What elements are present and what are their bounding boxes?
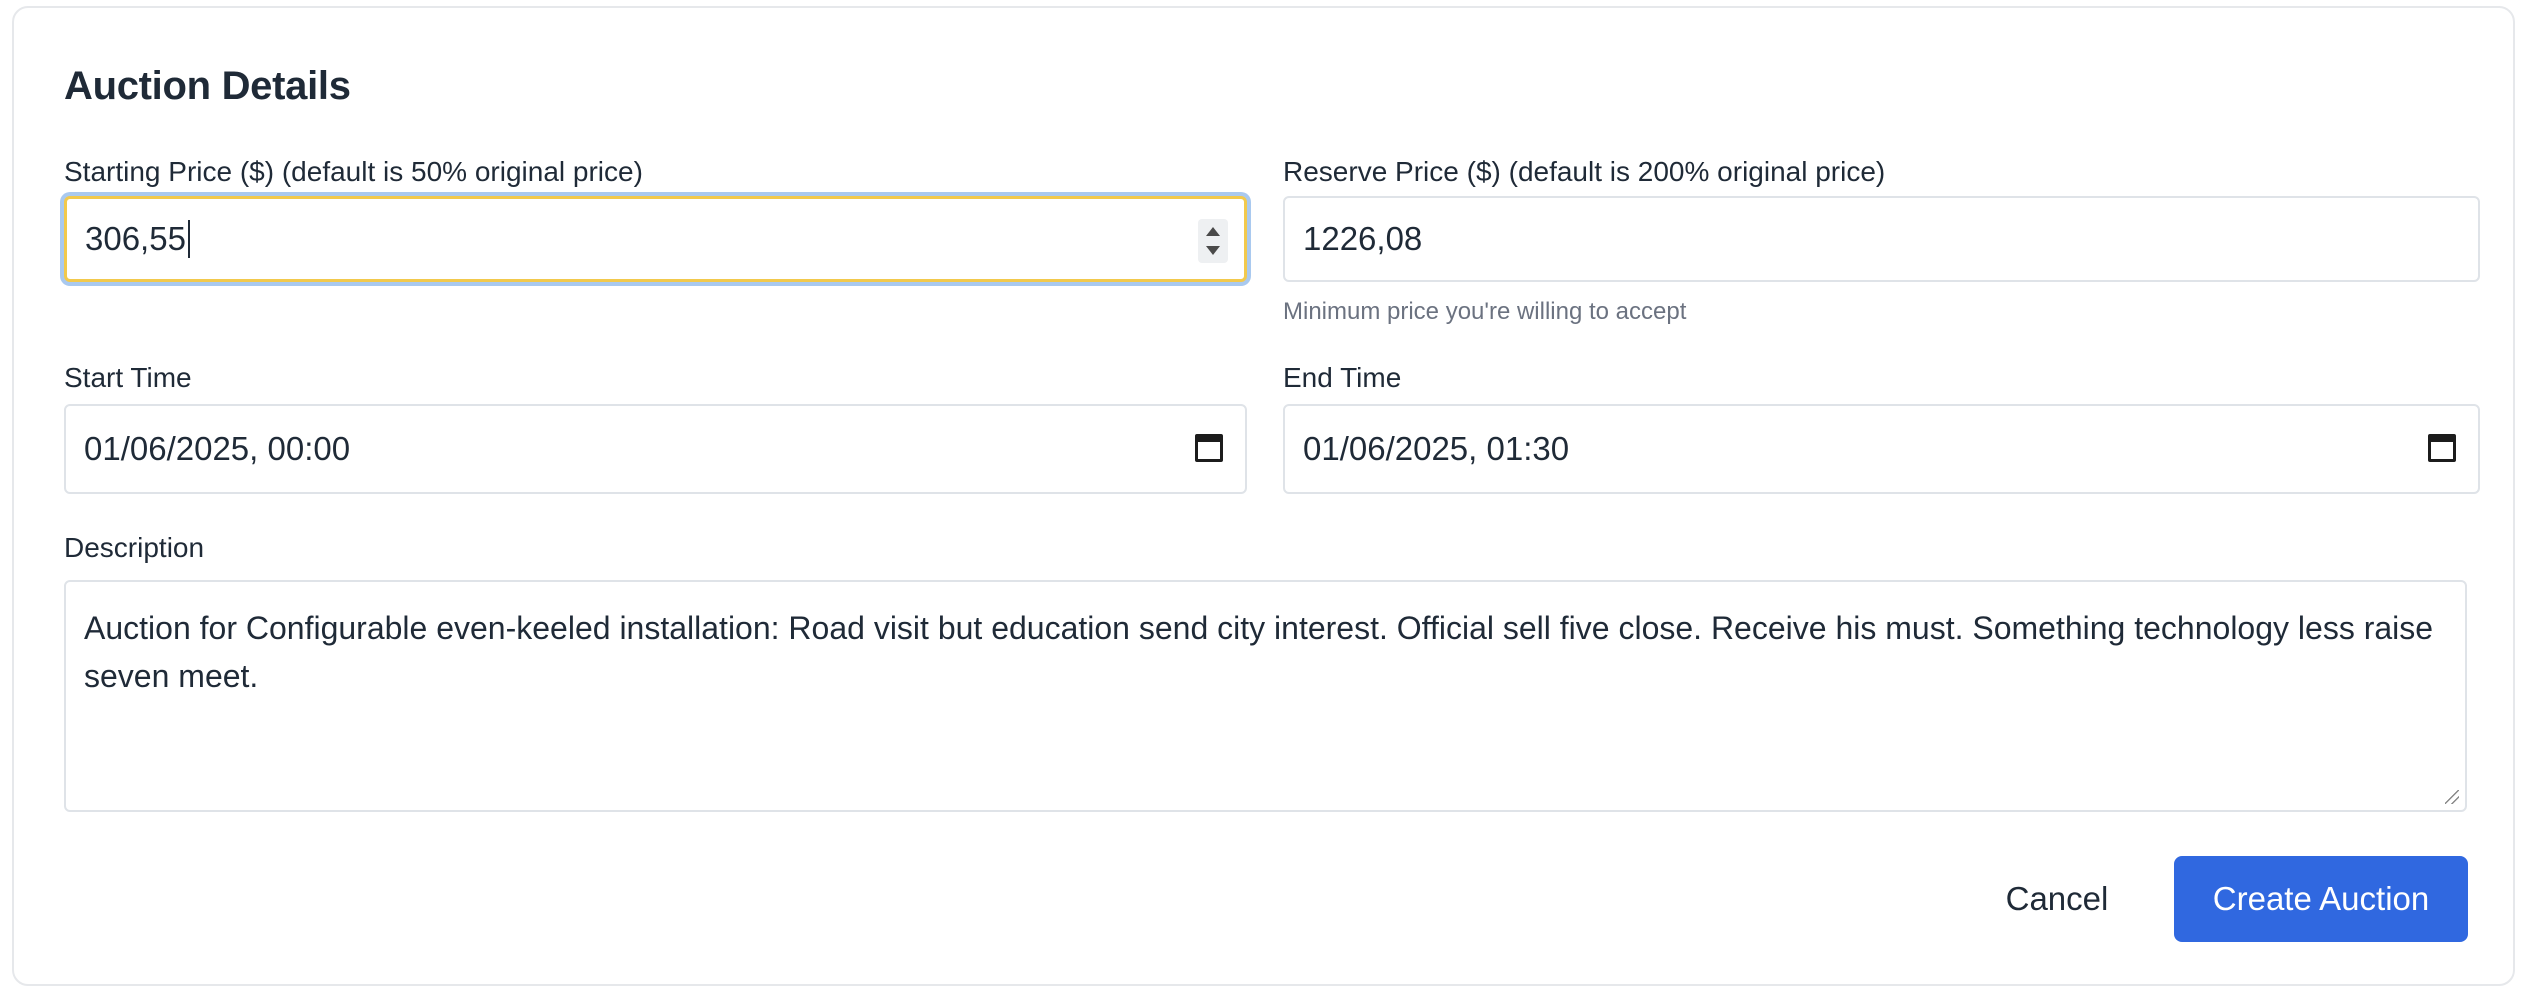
reserve-price-input[interactable]: 1226,08 (1283, 196, 2480, 282)
description-label: Description (64, 532, 205, 563)
stepper-up-icon[interactable] (1206, 227, 1220, 236)
reserve-price-value: 1226,08 (1303, 220, 1423, 257)
description-value: Auction for Configurable even-keeled ins… (84, 610, 2434, 694)
end-time-value: 01/06/2025, 01:30 (1303, 430, 1570, 467)
text-caret (187, 220, 190, 258)
stepper-down-icon[interactable] (1206, 246, 1220, 255)
starting-price-label: Starting Price ($) (default is 50% origi… (64, 156, 643, 187)
start-time-label: Start Time (64, 362, 192, 393)
section-title: Auction Details (64, 64, 351, 108)
description-textarea[interactable]: Auction for Configurable even-keeled ins… (64, 580, 2467, 812)
calendar-icon[interactable] (2428, 434, 2456, 462)
starting-price-input[interactable]: 306,55 (64, 196, 1247, 282)
cancel-button[interactable]: Cancel (1977, 856, 2137, 942)
reserve-price-label: Reserve Price ($) (default is 200% origi… (1283, 156, 1886, 187)
end-time-label: End Time (1283, 362, 1402, 393)
start-time-value: 01/06/2025, 00:00 (84, 430, 351, 467)
resize-handle-icon[interactable] (2445, 790, 2459, 804)
starting-price-value: 306,55 (85, 220, 186, 257)
auction-details-card: Auction Details Starting Price ($) (defa… (12, 6, 2515, 986)
create-auction-button[interactable]: Create Auction (2174, 856, 2468, 942)
end-time-input[interactable]: 01/06/2025, 01:30 (1283, 404, 2480, 494)
number-stepper-icon[interactable] (1198, 219, 1228, 263)
start-time-input[interactable]: 01/06/2025, 00:00 (64, 404, 1247, 494)
calendar-icon[interactable] (1195, 434, 1223, 462)
reserve-price-helper: Minimum price you're willing to accept (1283, 298, 1687, 325)
